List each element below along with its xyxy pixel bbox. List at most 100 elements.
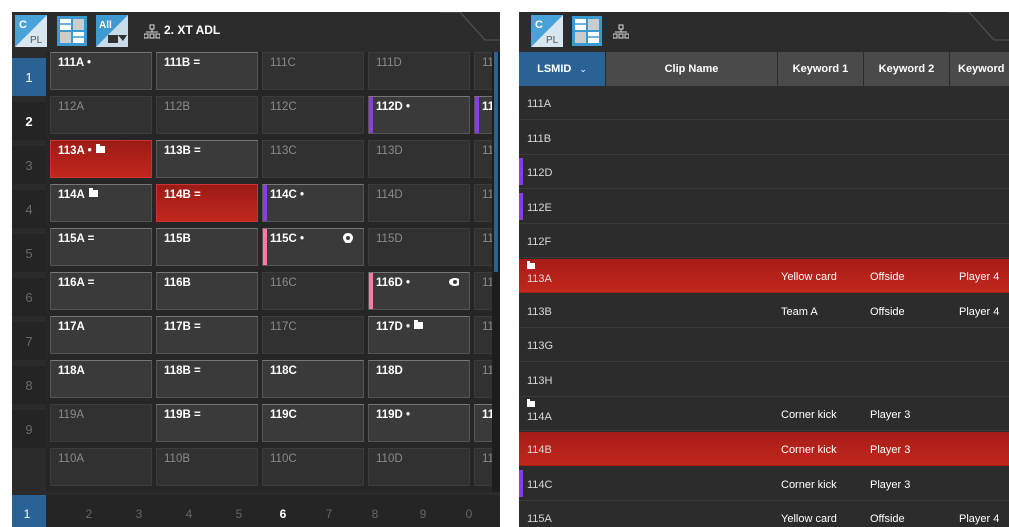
clip-cell[interactable]: 111A • bbox=[50, 52, 152, 90]
page-number[interactable]: 3 bbox=[132, 507, 146, 521]
table-row[interactable]: 112D bbox=[519, 155, 1009, 190]
column-header-clip-name[interactable]: Clip Name bbox=[605, 52, 777, 86]
row-number[interactable]: 8 bbox=[12, 366, 46, 404]
page-number[interactable]: 1 bbox=[20, 507, 34, 521]
clip-cell[interactable]: 116C bbox=[262, 272, 364, 310]
clip-cell-label: 112A bbox=[58, 101, 85, 113]
clip-cell[interactable]: 118C bbox=[262, 360, 364, 398]
clip-cell[interactable]: 116A = bbox=[50, 272, 152, 310]
row-number[interactable]: 3 bbox=[12, 146, 46, 184]
clip-cell[interactable]: 114A bbox=[50, 184, 152, 222]
table-row[interactable]: 113H bbox=[519, 362, 1009, 397]
clip-cell-label: 117C bbox=[270, 321, 297, 333]
table-row[interactable]: 114A Corner kick Player 3 bbox=[519, 397, 1009, 432]
page-number[interactable]: 8 bbox=[368, 507, 382, 521]
chevron-down-icon[interactable]: ⌄ bbox=[579, 64, 587, 75]
clip-cell[interactable]: 111B = bbox=[156, 52, 258, 90]
clip-cell[interactable]: 115B bbox=[156, 228, 258, 266]
cpl-icon[interactable]: C PL bbox=[531, 15, 563, 47]
clip-cell-label: 112B bbox=[164, 101, 191, 113]
clip-cell[interactable]: 119B = bbox=[156, 404, 258, 442]
column-header-keyword-3[interactable]: Keyword bbox=[949, 52, 1009, 86]
column-header-lsmid[interactable]: LSMID ⌄ bbox=[519, 52, 605, 86]
page-number[interactable]: 5 bbox=[232, 507, 246, 521]
keyword-cell: Offside bbox=[870, 271, 905, 283]
clip-cell[interactable]: 112D • bbox=[368, 96, 470, 134]
keyword-cell: Player 3 bbox=[870, 444, 911, 456]
clip-cell[interactable]: 113C bbox=[262, 140, 364, 178]
column-header-keyword-1[interactable]: Keyword 1 bbox=[777, 52, 863, 86]
clip-cell[interactable]: 112A bbox=[50, 96, 152, 134]
cpl-icon[interactable]: C PL bbox=[15, 15, 47, 47]
clip-cell-label: 110D bbox=[376, 453, 403, 465]
clip-cell[interactable]: 114C • bbox=[262, 184, 364, 222]
clip-cell[interactable]: 113A • bbox=[50, 140, 152, 178]
clip-cell[interactable]: 118B = bbox=[156, 360, 258, 398]
row-number[interactable]: 4 bbox=[12, 190, 46, 228]
clip-cell[interactable]: 111D bbox=[368, 52, 470, 90]
row-number[interactable]: 9 bbox=[12, 410, 46, 448]
column-header-keyword-2[interactable]: Keyword 2 bbox=[863, 52, 949, 86]
clip-cell[interactable]: 114B = bbox=[156, 184, 258, 222]
hierarchy-icon[interactable] bbox=[144, 24, 160, 40]
clip-cell[interactable]: 118A bbox=[50, 360, 152, 398]
clip-cell[interactable]: 116D • bbox=[368, 272, 470, 310]
table-row[interactable]: 114C Corner kick Player 3 bbox=[519, 466, 1009, 501]
folder-icon bbox=[527, 399, 535, 408]
table-row[interactable]: 112E bbox=[519, 189, 1009, 224]
all-filter-icon[interactable]: All bbox=[96, 15, 128, 47]
clip-cell[interactable]: 115D bbox=[368, 228, 470, 266]
clip-cell[interactable]: 112B bbox=[156, 96, 258, 134]
grid-view-icon[interactable] bbox=[56, 15, 88, 47]
table-row[interactable]: 111B bbox=[519, 120, 1009, 155]
page-number[interactable]: 0 bbox=[462, 507, 476, 521]
table-row[interactable]: 112F bbox=[519, 224, 1009, 259]
scrollbar-thumb[interactable] bbox=[494, 52, 498, 272]
clip-cell[interactable]: 110C bbox=[262, 448, 364, 486]
clip-cell-label: 111A • bbox=[58, 57, 92, 69]
clip-cell-label: 113B = bbox=[164, 145, 201, 157]
keyword-cell: Corner kick bbox=[781, 409, 837, 422]
page-number[interactable]: 7 bbox=[322, 507, 336, 521]
clip-cell[interactable]: 118D bbox=[368, 360, 470, 398]
clip-cell[interactable]: 113B = bbox=[156, 140, 258, 178]
keyword-cell: Yellow card bbox=[781, 271, 837, 283]
clip-cell[interactable]: 119A bbox=[50, 404, 152, 442]
clip-cell[interactable]: 110B bbox=[156, 448, 258, 486]
row-number[interactable]: 2 bbox=[12, 102, 46, 140]
table-row[interactable]: 115A Yellow card Offside Player 4 bbox=[519, 501, 1009, 527]
grid-view-icon[interactable] bbox=[571, 15, 603, 47]
clip-cell[interactable]: 112C bbox=[262, 96, 364, 134]
clip-cell[interactable]: 115C • bbox=[262, 228, 364, 266]
page-number[interactable]: 4 bbox=[182, 507, 196, 521]
page-number[interactable]: 9 bbox=[416, 507, 430, 521]
grid-scrollbar[interactable] bbox=[492, 52, 500, 492]
row-number[interactable]: 1 bbox=[12, 58, 46, 96]
clip-cell[interactable]: 110D bbox=[368, 448, 470, 486]
clip-cell-label: 117A bbox=[58, 321, 85, 333]
clip-cell[interactable]: 117D • bbox=[368, 316, 470, 354]
hierarchy-icon[interactable] bbox=[613, 24, 629, 40]
clip-cell[interactable]: 115A = bbox=[50, 228, 152, 266]
clip-cell[interactable]: 114D bbox=[368, 184, 470, 222]
page-number[interactable]: 6 bbox=[276, 507, 290, 521]
clip-cell-label: 110A bbox=[58, 453, 85, 465]
table-row[interactable]: 113B Team A Offside Player 4 bbox=[519, 293, 1009, 328]
clip-cell[interactable]: 119C bbox=[262, 404, 364, 442]
clip-cell[interactable]: 110A bbox=[50, 448, 152, 486]
table-row[interactable]: 113A Yellow card Offside Player 4 bbox=[519, 259, 1009, 293]
clip-cell[interactable]: 116B bbox=[156, 272, 258, 310]
row-number[interactable]: 5 bbox=[12, 234, 46, 272]
page-number[interactable]: 2 bbox=[82, 507, 96, 521]
clip-cell[interactable]: 113D bbox=[368, 140, 470, 178]
clip-cell[interactable]: 117B = bbox=[156, 316, 258, 354]
clip-cell[interactable]: 117C bbox=[262, 316, 364, 354]
table-row[interactable]: 114B Corner kick Player 3 bbox=[519, 432, 1009, 466]
table-row[interactable]: 113G bbox=[519, 328, 1009, 363]
row-number[interactable]: 7 bbox=[12, 322, 46, 360]
clip-cell[interactable]: 119D • bbox=[368, 404, 470, 442]
table-row[interactable]: 111A bbox=[519, 86, 1009, 120]
clip-cell[interactable]: 117A bbox=[50, 316, 152, 354]
row-number[interactable]: 6 bbox=[12, 278, 46, 316]
clip-cell[interactable]: 111C bbox=[262, 52, 364, 90]
